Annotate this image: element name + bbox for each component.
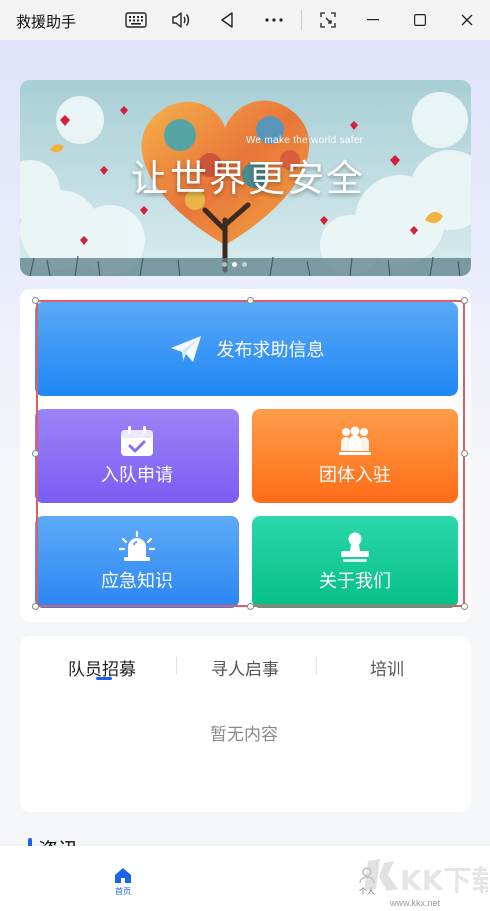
empty-state-text: 暂无内容 <box>210 725 278 745</box>
resize-handle[interactable] <box>461 297 468 304</box>
join-team-label: 入队申请 <box>101 465 173 486</box>
publish-help-label: 发布求助信息 <box>216 340 325 361</box>
about-us-label: 关于我们 <box>319 571 391 592</box>
resize-handle[interactable] <box>32 603 39 610</box>
carousel-indicator <box>222 262 247 267</box>
calendar-check-icon <box>121 426 153 456</box>
minimize-icon[interactable] <box>359 6 387 34</box>
group-join-label: 团体入驻 <box>319 465 391 486</box>
resize-handle[interactable] <box>32 297 39 304</box>
maximize-icon[interactable] <box>406 6 434 34</box>
resize-handle[interactable] <box>247 297 254 304</box>
watermark-url: www.kkx.net <box>390 898 441 908</box>
join-team-button[interactable]: 入队申请 <box>35 409 239 503</box>
tab-missing-persons[interactable]: 寻人启事 <box>211 655 279 680</box>
carousel-dot[interactable] <box>242 262 247 267</box>
nav-home[interactable]: 首页 <box>110 867 136 897</box>
back-triangle-icon[interactable] <box>213 6 241 34</box>
home-icon <box>115 868 131 883</box>
more-icon[interactable] <box>260 6 288 34</box>
banner-slogan: 让世界更安全 <box>131 157 365 200</box>
carousel-dot[interactable] <box>222 262 227 267</box>
resize-handle[interactable] <box>247 603 254 610</box>
tab-divider <box>176 657 177 675</box>
resize-handle[interactable] <box>461 603 468 610</box>
group-people-icon <box>339 426 371 455</box>
resize-handle[interactable] <box>461 450 468 457</box>
tab-active-indicator <box>96 677 112 680</box>
screenshot-icon[interactable] <box>314 6 342 34</box>
close-icon[interactable] <box>453 6 481 34</box>
banner-carousel[interactable]: We make the world safer 让世界更安全 <box>20 80 471 276</box>
title-bar: 救援助手 <box>0 0 490 40</box>
group-join-button[interactable]: 团体入驻 <box>252 409 458 503</box>
volume-icon[interactable] <box>167 6 195 34</box>
resize-handle[interactable] <box>32 450 39 457</box>
stamp-icon <box>341 532 369 562</box>
emergency-knowledge-button[interactable]: 应急知识 <box>35 516 239 608</box>
keyboard-icon[interactable] <box>122 6 150 34</box>
paper-plane-icon <box>170 336 201 362</box>
carousel-dot-active[interactable] <box>232 262 237 267</box>
tab-training[interactable]: 培训 <box>370 655 404 680</box>
title-bar-separator <box>301 10 302 30</box>
about-us-button[interactable]: 关于我们 <box>252 516 458 608</box>
emergency-knowledge-label: 应急知识 <box>101 571 173 592</box>
siren-icon <box>119 531 155 561</box>
nav-home-label: 首页 <box>115 887 131 896</box>
publish-help-button[interactable]: 发布求助信息 <box>35 302 458 396</box>
tab-divider <box>316 657 317 675</box>
svg-text:KK下载: KK下载 <box>400 864 488 897</box>
banner-slogan-en: We make the world safer <box>246 135 364 146</box>
window-title: 救援助手 <box>16 13 77 31</box>
